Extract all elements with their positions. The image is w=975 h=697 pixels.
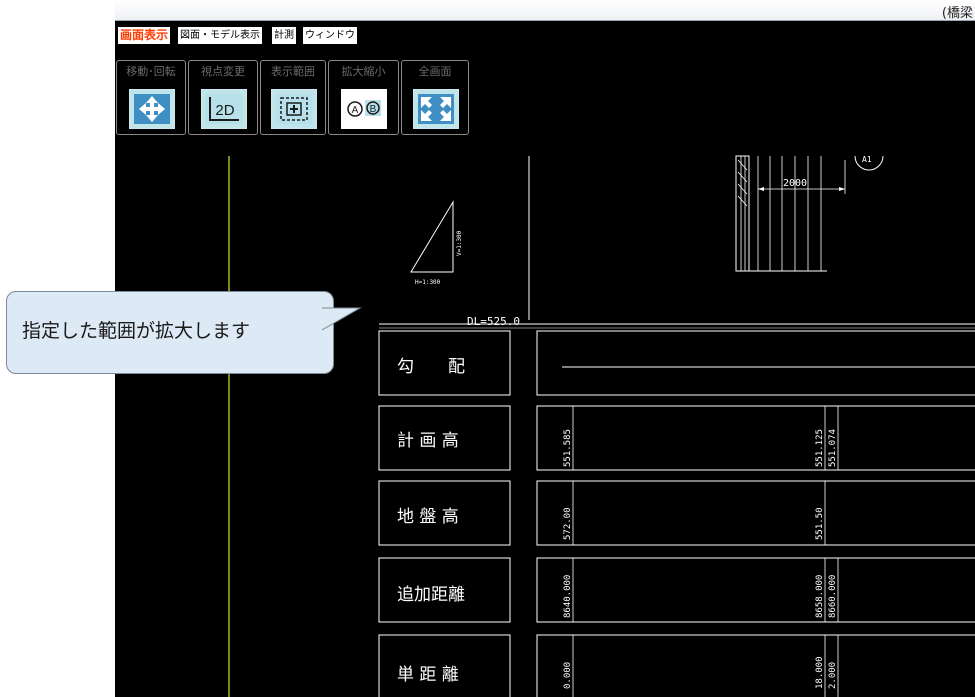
row-label-added-distance: 追加距離 (397, 585, 465, 605)
single-distance-value: 0.000 (563, 662, 573, 689)
move-rotate-button[interactable] (129, 89, 175, 129)
display-range-button[interactable] (271, 89, 317, 129)
single-distance-value: 2.000 (828, 662, 838, 689)
menu-display[interactable]: 画面表示 (118, 27, 171, 44)
row-label-plan-height: 計 画 高 (397, 431, 459, 451)
row-plan-height: 計 画 高 551.585 551.125 551.074 (378, 405, 975, 471)
menu-drawing-model-display[interactable]: 図面・モデル表示 (178, 27, 262, 44)
group-move-rotate: 移動･回転 (116, 60, 186, 135)
row-ground-height: 地 盤 高 572.00 551.50 (378, 480, 975, 546)
scale-triangle: H=1:300 V=1:300 (410, 200, 463, 286)
callout-text: 指定した範囲が拡大します (22, 320, 251, 342)
ground-height-value: 572.00 (563, 507, 573, 540)
row-added-distance: 追加距離 8640.000 8658.000 8660.000 (378, 557, 975, 623)
zoom-button[interactable]: A B (341, 89, 387, 129)
group-view-change: 視点変更 2D (188, 60, 258, 135)
row-label-single-distance: 単 距 離 (397, 665, 459, 685)
move-arrows-icon (134, 94, 170, 124)
added-distance-value: 8640.000 (563, 575, 573, 618)
added-distance-value: 8660.000 (828, 575, 838, 618)
fullscreen-button[interactable] (413, 89, 459, 129)
row-label-gradient: 勾 配 (397, 357, 465, 377)
row-gradient: 勾 配 (378, 330, 975, 396)
ground-height-value: 551.50 (815, 507, 825, 540)
group-label-fullscreen: 全画面 (418, 65, 452, 78)
row-label-ground-height: 地 盤 高 (397, 507, 459, 527)
group-display-range: 表示範囲 (260, 60, 326, 135)
group-fullscreen: 全画面 (401, 60, 469, 135)
single-distance-value: 18.000 (815, 656, 825, 689)
plan-height-value: 551.074 (828, 429, 838, 467)
plan-height-value: 551.125 (815, 429, 825, 467)
datum-label: DL=525.0 (467, 315, 520, 328)
group-label-view-change: 視点変更 (201, 65, 245, 78)
svg-text:B: B (370, 104, 377, 115)
group-label-display-range: 表示範囲 (271, 65, 315, 78)
group-label-zoom: 拡大縮小 (341, 65, 386, 78)
group-zoom: 拡大縮小 A B (328, 60, 399, 135)
added-distance-value: 8658.000 (815, 575, 825, 618)
svg-text:A: A (352, 105, 359, 116)
plan-height-value: 551.585 (563, 429, 573, 467)
bridge-structure: 2000 A1 (735, 155, 884, 272)
svg-text:2D: 2D (215, 102, 234, 119)
menu-window[interactable]: ウィンドウ (303, 27, 357, 44)
drawing-canvas[interactable]: H=1:300 V=1:300 DL=525.0 2000 A1 勾 配 計 画… (115, 148, 975, 697)
callout-pointer (322, 307, 362, 331)
zoom-range-icon (276, 94, 312, 124)
scale-h-label: H=1:300 (415, 279, 441, 286)
row-single-distance: 単 距 離 0.000 18.000 2.000 (378, 634, 975, 697)
zoom-ab-icon: A B (341, 92, 387, 126)
window-title: (橋梁 (941, 6, 973, 21)
menu-measure[interactable]: 計測 (272, 27, 296, 44)
view-change-button[interactable]: 2D (201, 89, 247, 129)
fullscreen-icon (418, 94, 454, 124)
title-bar: (橋梁 (115, 0, 975, 21)
group-label-move-rotate: 移動･回転 (126, 65, 176, 78)
station-mark: A1 (862, 155, 872, 164)
scale-v-label: V=1:300 (456, 230, 463, 256)
dimension-label: 2000 (783, 178, 807, 189)
2d-view-icon: 2D (206, 94, 242, 124)
